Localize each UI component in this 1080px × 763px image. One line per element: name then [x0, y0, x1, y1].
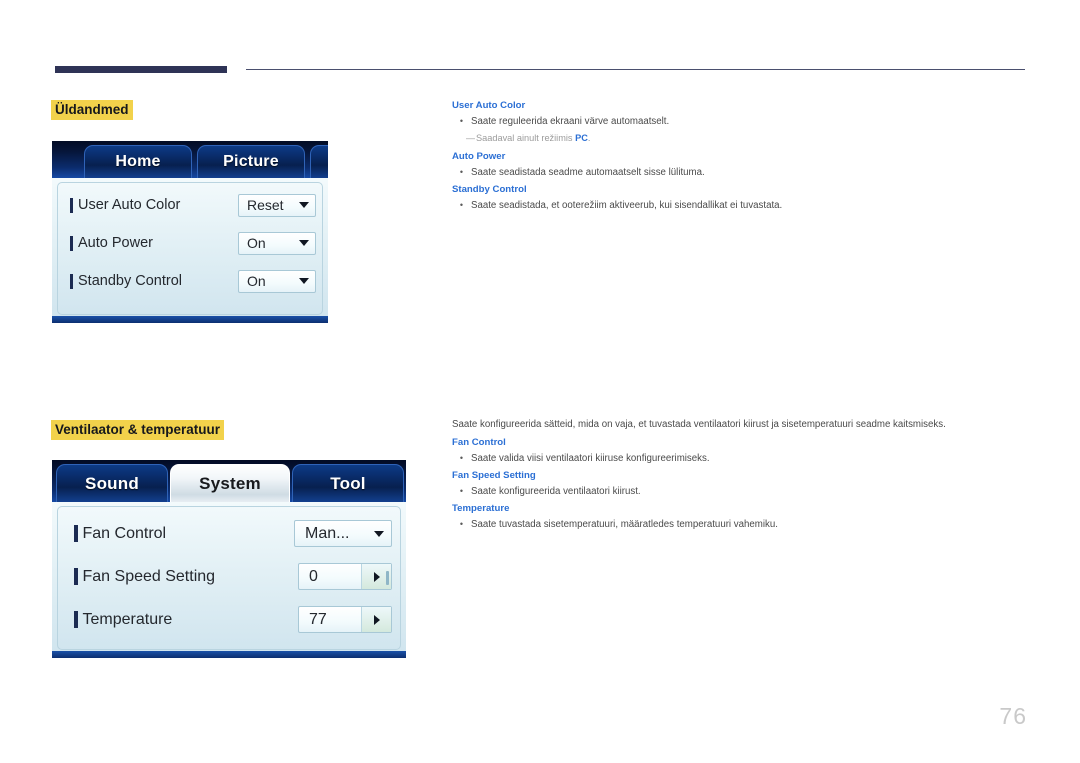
osd-row-label: Auto Power	[78, 235, 153, 251]
row-marker-icon	[70, 235, 73, 251]
page-number: 76	[999, 703, 1027, 729]
osd-dropdown-value: Reset	[247, 197, 284, 213]
osd-stepper-value: 77	[309, 610, 327, 628]
osd-footer-bar	[52, 316, 328, 323]
section-intro-text: Saate konfigureerida sätteid, mida on va…	[452, 419, 946, 430]
row-marker-icon	[70, 273, 73, 289]
osd-body-system: Fan Control Man... Fan Speed Setting 0 T…	[52, 502, 406, 658]
bullet-icon: •	[459, 116, 464, 126]
osd-row-label: Fan Control	[82, 524, 167, 542]
bullet-icon: •	[459, 200, 464, 210]
bullet-icon: •	[459, 167, 464, 177]
osd-tab-tool-label: Tool	[330, 473, 366, 493]
bullet-item: • Saate seadistada, et ooterežiim aktive…	[452, 199, 1022, 212]
note-item: — Saadaval ainult režiimis PC.	[452, 132, 1022, 145]
osd-tabbar-general: Home Picture	[52, 141, 328, 178]
bullet-text: Saate valida viisi ventilaatori kiiruse …	[471, 453, 710, 464]
text-column-fan-temperature: Saate konfigureerida sätteid, mida on va…	[452, 418, 1022, 535]
osd-dropdown-value: On	[247, 235, 266, 251]
item-title-fan-control: Fan Control	[452, 437, 506, 448]
bullet-item: • Saate reguleerida ekraani värve automa…	[452, 115, 1022, 128]
bullet-icon: •	[459, 486, 464, 496]
bullet-text: Saate tuvastada sisetemperatuuri, määrat…	[471, 519, 778, 530]
osd-tab-picture[interactable]: Picture	[197, 145, 305, 178]
osd-row-temperature[interactable]: Temperature 77	[68, 598, 392, 641]
osd-tab-system[interactable]: System	[170, 464, 290, 502]
note-prefix: Saadaval ainult režiimis	[476, 133, 576, 143]
bullet-text: Saate seadistada, et ooterežiim aktiveer…	[471, 200, 783, 211]
osd-row-fan-control[interactable]: Fan Control Man...	[68, 512, 392, 555]
osd-stepper-value: 0	[309, 567, 318, 585]
osd-tabbar-system: Sound System Tool	[52, 460, 406, 502]
row-marker-icon	[74, 611, 78, 628]
osd-tab-sound-label: Sound	[85, 473, 139, 493]
chevron-down-icon	[299, 240, 309, 246]
osd-dropdown-fan-control[interactable]: Man...	[294, 520, 392, 547]
header-rule-thin	[246, 69, 1025, 71]
section-heading-general: Üldandmed	[51, 100, 133, 120]
osd-row-auto-power[interactable]: Auto Power On	[66, 224, 316, 262]
osd-stepper-temperature[interactable]: 77	[298, 606, 392, 633]
osd-row-label: Temperature	[82, 610, 173, 628]
osd-stepper-increase-button[interactable]	[361, 607, 391, 632]
osd-tab-partial-next[interactable]	[310, 145, 328, 178]
osd-tab-sound[interactable]: Sound	[56, 464, 168, 502]
osd-tab-system-label: System	[199, 473, 261, 493]
row-marker-icon	[74, 525, 78, 542]
osd-row-label: Fan Speed Setting	[82, 567, 216, 585]
osd-dropdown-auto-power[interactable]: On	[238, 231, 316, 255]
osd-panel-general: Home Picture User Auto Color Reset Auto …	[52, 141, 328, 323]
bullet-item: • Saate tuvastada sisetemperatuuri, määr…	[452, 518, 1022, 531]
bullet-item: • Saate konfigureerida ventilaatori kiir…	[452, 485, 1022, 498]
osd-tab-picture-label: Picture	[223, 153, 279, 170]
row-marker-icon	[74, 568, 78, 585]
osd-tab-home[interactable]: Home	[84, 145, 192, 178]
bullet-icon: •	[459, 453, 464, 463]
bullet-text: Saate seadistada seadme automaatselt sis…	[471, 167, 705, 178]
item-title-user-auto-color: User Auto Color	[452, 100, 526, 111]
osd-row-standby-control[interactable]: Standby Control On	[66, 262, 316, 300]
osd-stepper-fan-speed-setting[interactable]: 0	[298, 563, 392, 590]
bullet-text: Saate reguleerida ekraani värve automaat…	[471, 116, 670, 127]
osd-tab-tool[interactable]: Tool	[292, 464, 404, 502]
note-text: Saadaval ainult režiimis PC.	[476, 132, 590, 145]
osd-dropdown-standby-control[interactable]: On	[238, 269, 316, 293]
osd-footer-bar	[52, 651, 406, 658]
osd-row-fan-speed-setting[interactable]: Fan Speed Setting 0	[68, 555, 392, 598]
osd-body-general: User Auto Color Reset Auto Power On Stan…	[52, 178, 328, 323]
osd-tab-home-label: Home	[115, 153, 161, 170]
bullet-text: Saate konfigureerida ventilaatori kiirus…	[471, 486, 641, 497]
section-heading-fan-temperature: Ventilaator & temperatuur	[51, 420, 225, 440]
osd-dropdown-value: Man...	[305, 524, 350, 542]
bullet-item: • Saate seadistada seadme automaatselt s…	[452, 166, 1022, 179]
note-suffix: .	[587, 133, 591, 143]
chevron-right-icon	[373, 571, 380, 582]
chevron-down-icon	[374, 530, 384, 537]
osd-panel-system: Sound System Tool Fan Control Man... Fan…	[52, 460, 406, 658]
osd-dropdown-value: On	[247, 273, 266, 289]
chevron-down-icon	[299, 278, 309, 284]
text-column-general: User Auto Color • Saate reguleerida ekra…	[452, 99, 1022, 216]
bullet-item: • Saate valida viisi ventilaatori kiirus…	[452, 452, 1022, 465]
osd-row-label: User Auto Color	[78, 197, 181, 213]
osd-row-label: Standby Control	[78, 273, 182, 289]
osd-scrollbar-thumb[interactable]	[386, 571, 389, 585]
chevron-right-icon	[373, 614, 380, 625]
note-dash-icon: —	[466, 133, 475, 143]
note-emphasis: PC	[575, 133, 588, 143]
bullet-icon: •	[459, 519, 464, 529]
chevron-down-icon	[299, 202, 309, 208]
item-title-auto-power: Auto Power	[452, 151, 506, 162]
item-title-standby-control: Standby Control	[452, 184, 527, 195]
osd-row-user-auto-color[interactable]: User Auto Color Reset	[66, 186, 316, 224]
osd-dropdown-user-auto-color[interactable]: Reset	[238, 193, 316, 217]
item-title-temperature: Temperature	[452, 503, 510, 514]
row-marker-icon	[70, 197, 73, 213]
item-title-fan-speed-setting: Fan Speed Setting	[452, 470, 536, 481]
header-rule-thick	[55, 66, 227, 73]
